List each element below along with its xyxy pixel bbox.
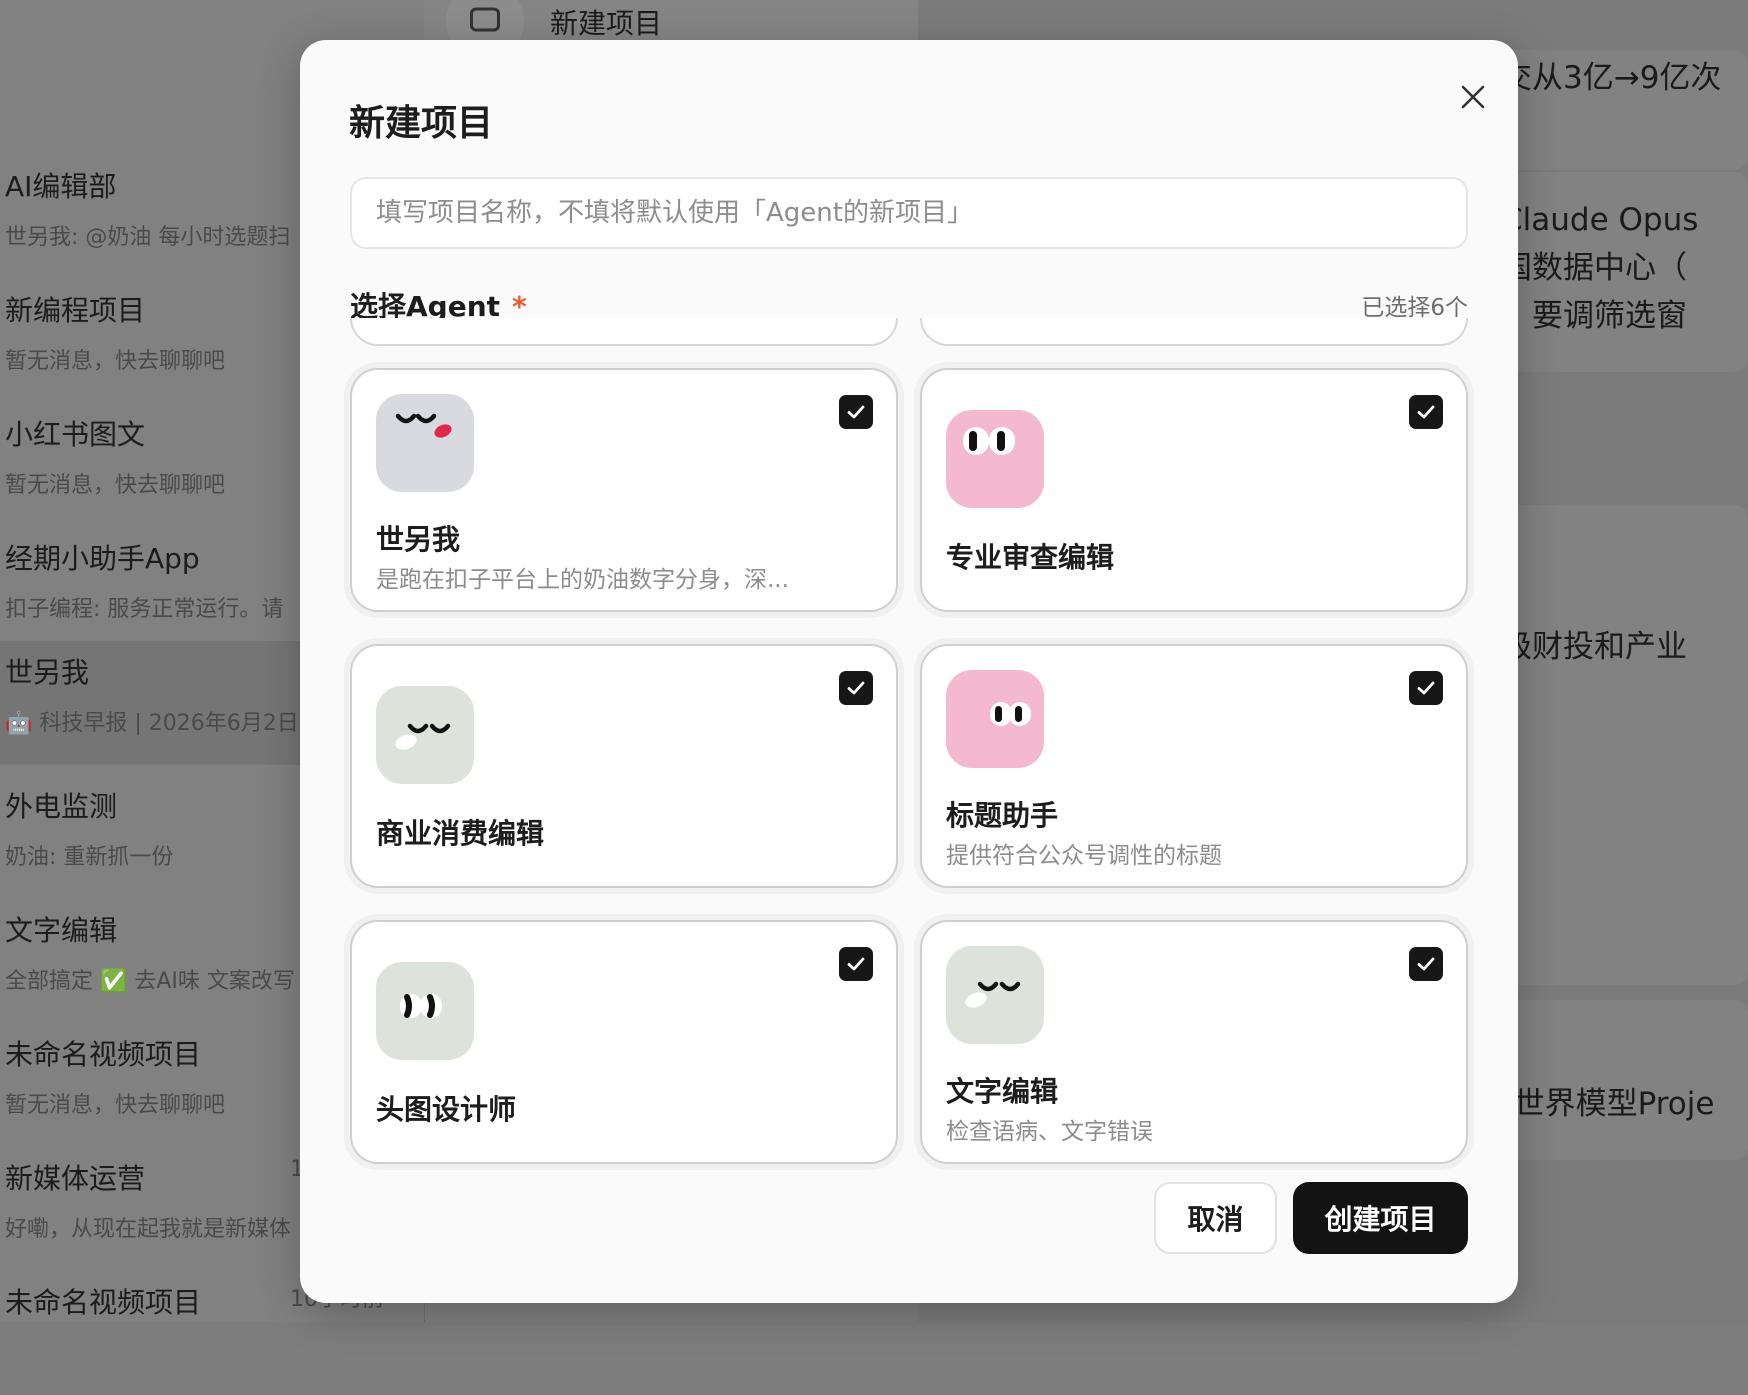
agent-card-partial[interactable] (920, 318, 1468, 346)
agent-name: 头图设计师 (376, 1093, 517, 1126)
agent-list[interactable]: 世另我 是跑在扣子平台上的奶油数字分身，深... 专业审查编辑 商业消费编辑 标… (340, 318, 1478, 1188)
checkmark-icon (1417, 957, 1435, 971)
agent-checkbox[interactable] (1409, 671, 1443, 705)
close-button[interactable] (1447, 71, 1499, 123)
checkmark-icon (1417, 405, 1435, 419)
agent-name: 商业消费编辑 (376, 817, 545, 850)
agent-checkbox[interactable] (1409, 395, 1443, 429)
agent-name: 世另我 (376, 523, 461, 556)
close-icon (1461, 85, 1485, 109)
sleepy-face-icon (395, 723, 451, 750)
blob-face-icon (400, 994, 442, 1018)
agent-checkbox[interactable] (839, 671, 873, 705)
cancel-button[interactable]: 取消 (1154, 1182, 1277, 1254)
agent-description: 是跑在扣子平台上的奶油数字分身，深... (376, 567, 789, 593)
selected-count: 已选择6个 (1361, 295, 1468, 321)
checkmark-icon (847, 681, 865, 695)
agent-description: 提供符合公众号调性的标题 (946, 843, 1222, 869)
agent-card[interactable]: 商业消费编辑 (350, 644, 898, 888)
project-name-input[interactable] (350, 177, 1468, 249)
agent-name: 文字编辑 (946, 1075, 1059, 1108)
checkmark-icon (847, 405, 865, 419)
sleepy-face-icon (965, 981, 1021, 1008)
agent-avatar (946, 670, 1044, 768)
checkmark-icon (847, 957, 865, 971)
agent-checkbox[interactable] (1409, 947, 1443, 981)
agent-card[interactable]: 世另我 是跑在扣子平台上的奶油数字分身，深... (350, 368, 898, 612)
agent-card[interactable]: 专业审查编辑 (920, 368, 1468, 612)
create-project-button[interactable]: 创建项目 (1293, 1182, 1468, 1254)
agent-avatar (946, 946, 1044, 1044)
chat-header-title: 新建项目 (550, 7, 663, 40)
agent-avatar (376, 394, 474, 492)
agent-name: 专业审查编辑 (946, 541, 1115, 574)
agent-card-partial[interactable] (350, 318, 898, 346)
agent-card[interactable]: 头图设计师 (350, 920, 898, 1164)
agent-checkbox[interactable] (839, 395, 873, 429)
checkmark-icon (1417, 681, 1435, 695)
blob-face-icon (963, 427, 1015, 455)
agent-checkbox[interactable] (839, 947, 873, 981)
blob-face-icon (990, 702, 1031, 726)
new-project-dialog: 新建项目 选择Agent* 已选择6个 世另我 是跑在扣子平台上的奶 (300, 40, 1518, 1303)
dialog-title: 新建项目 (349, 103, 494, 144)
agent-description: 检查语病、文字错误 (946, 1119, 1153, 1145)
agent-card[interactable]: 标题助手 提供符合公众号调性的标题 (920, 644, 1468, 888)
agent-avatar (946, 410, 1044, 508)
agent-avatar (376, 962, 474, 1060)
agent-avatar (376, 686, 474, 784)
agent-card[interactable]: 文字编辑 检查语病、文字错误 (920, 920, 1468, 1164)
agent-name: 标题助手 (946, 799, 1059, 832)
sleepy-face-icon (395, 413, 452, 438)
